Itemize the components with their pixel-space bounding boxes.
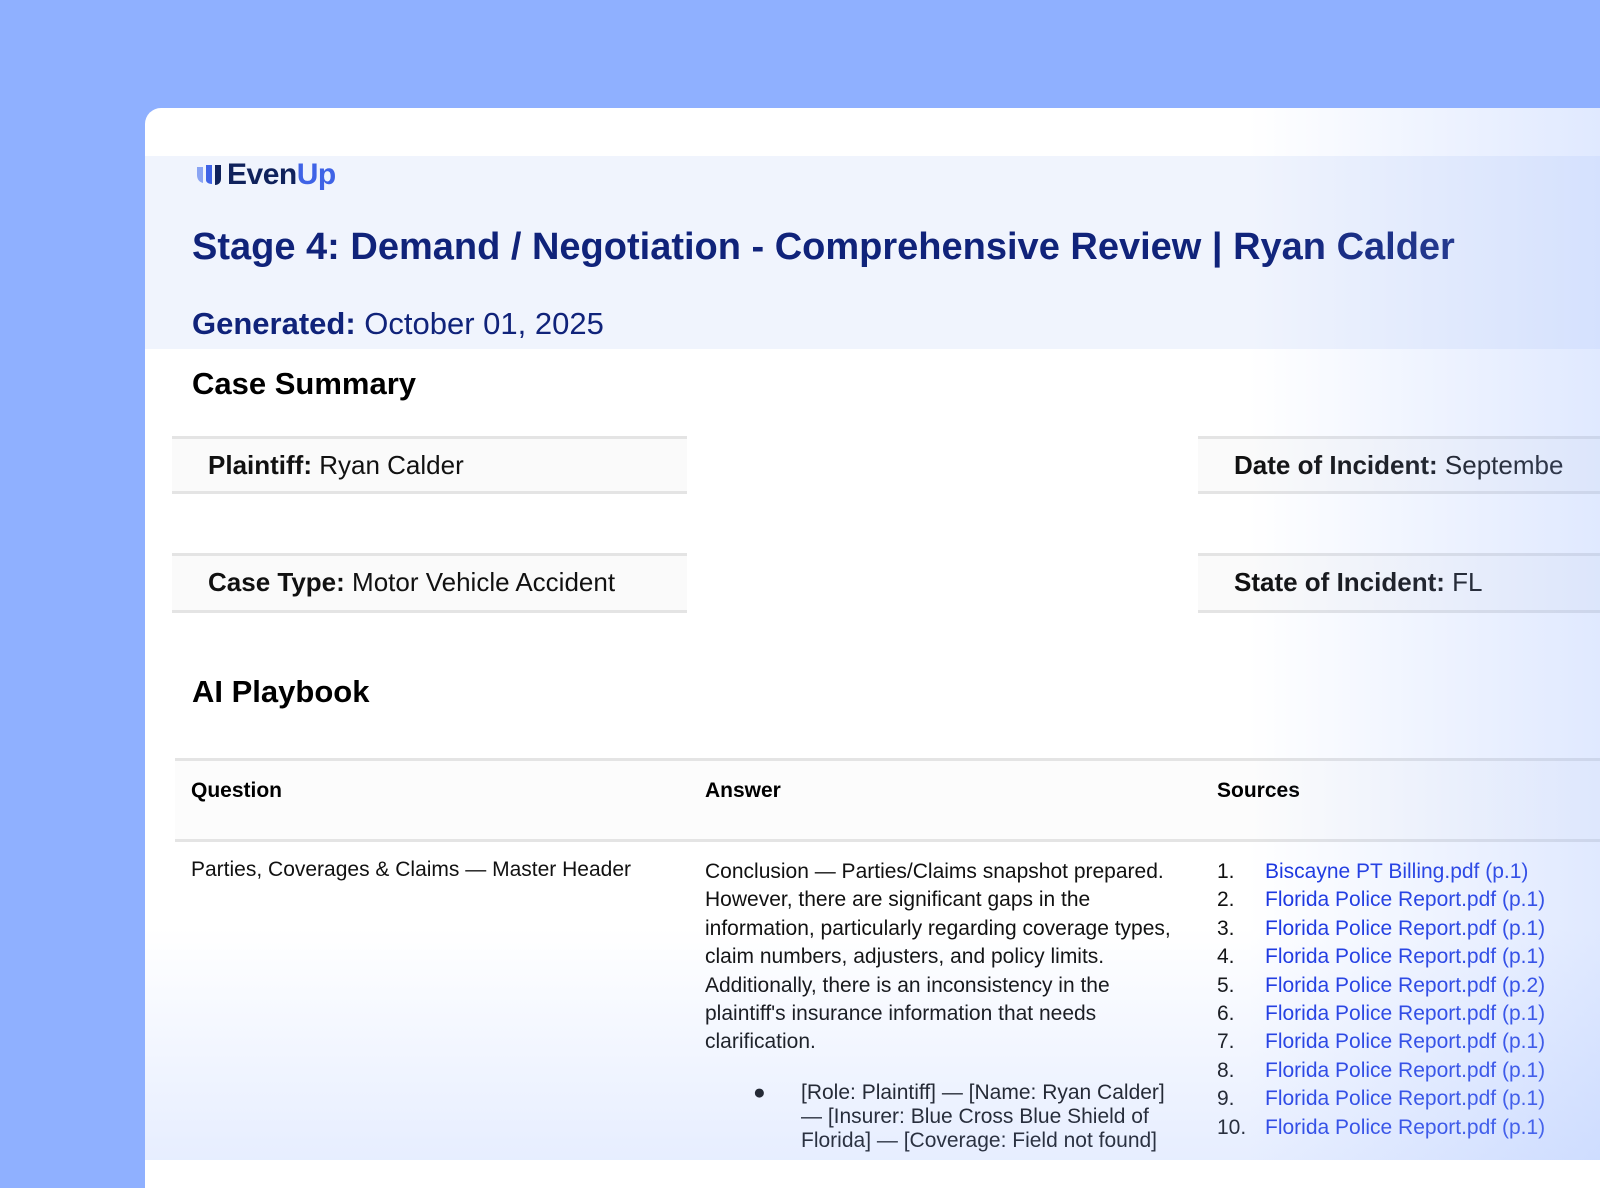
source-link[interactable]: Florida Police Report.pdf (p.1) — [1265, 1057, 1545, 1085]
column-header-sources: Sources — [1217, 779, 1300, 802]
source-link[interactable]: Florida Police Report.pdf (p.1) — [1265, 1000, 1545, 1028]
source-item: 9. Florida Police Report.pdf (p.1) — [1217, 1085, 1545, 1113]
source-link[interactable]: Biscayne PT Billing.pdf (p.1) — [1265, 858, 1528, 886]
answer-bullet: ● [Role: Plaintiff] — [Name: Ryan Calder]… — [705, 1081, 1185, 1153]
state-of-incident-field: State of Incident: FL — [1198, 553, 1600, 613]
sources-cell: 1. Biscayne PT Billing.pdf (p.1) 2. Florid… — [1217, 858, 1545, 1142]
source-number: 1. — [1217, 860, 1235, 883]
column-header-answer: Answer — [705, 779, 781, 802]
source-number: 2. — [1217, 888, 1235, 912]
case-type-label: Case Type: — [208, 567, 345, 597]
date-value: Septembe — [1444, 450, 1564, 480]
question-cell: Parties, Coverages & Claims — Master Hea… — [191, 858, 631, 881]
evenup-logo-icon — [197, 165, 221, 185]
generated-date: Generated: October 01, 2025 — [192, 306, 604, 342]
state-label: State of Incident: — [1234, 567, 1445, 597]
bullet-text: [Role: Plaintiff] — [Name: Ryan Calder] … — [801, 1080, 1165, 1152]
plaintiff-value: Ryan Calder — [319, 450, 464, 480]
column-header-question: Question — [191, 779, 283, 802]
source-link[interactable]: Florida Police Report.pdf (p.2) — [1265, 972, 1545, 1000]
source-item: 8. Florida Police Report.pdf (p.1) — [1217, 1057, 1545, 1085]
source-number: 8. — [1217, 1058, 1235, 1082]
source-number: 6. — [1217, 1002, 1235, 1026]
logo-prefix: Even — [227, 158, 297, 191]
source-link[interactable]: Florida Police Report.pdf (p.1) — [1265, 915, 1545, 943]
source-item: 6. Florida Police Report.pdf (p.1) — [1217, 1000, 1545, 1028]
source-number: 5. — [1217, 973, 1235, 997]
date-label: Date of Incident: — [1234, 450, 1438, 480]
source-link[interactable]: Florida Police Report.pdf (p.1) — [1265, 1114, 1545, 1142]
logo-wordmark: EvenUp — [227, 158, 336, 192]
answer-text: Conclusion — Parties/Claims snapshot pre… — [705, 860, 1171, 1054]
source-item: 4. Florida Police Report.pdf (p.1) — [1217, 943, 1545, 971]
bullet-dot-icon: ● — [753, 1080, 766, 1104]
source-link[interactable]: Florida Police Report.pdf (p.1) — [1265, 886, 1545, 914]
source-item: 5. Florida Police Report.pdf (p.2) — [1217, 972, 1545, 1000]
source-number: 9. — [1217, 1087, 1235, 1111]
source-link[interactable]: Florida Police Report.pdf (p.1) — [1265, 1085, 1545, 1113]
source-item: 1. Biscayne PT Billing.pdf (p.1) — [1217, 858, 1545, 886]
plaintiff-label: Plaintiff: — [208, 450, 312, 480]
page-title: Stage 4: Demand / Negotiation - Comprehe… — [192, 226, 1455, 268]
logo-suffix: Up — [296, 158, 337, 191]
source-link[interactable]: Florida Police Report.pdf (p.1) — [1265, 943, 1545, 971]
case-type-field: Case Type: Motor Vehicle Accident — [172, 553, 687, 613]
source-number: 3. — [1217, 916, 1235, 940]
date-of-incident-field: Date of Incident: Septembe — [1198, 436, 1600, 494]
evenup-logo: EvenUp — [195, 158, 336, 192]
answer-bullet-list: ● [Role: Plaintiff] — [Name: Ryan Calder]… — [705, 1081, 1185, 1153]
source-number: 4. — [1217, 945, 1235, 969]
case-summary-heading: Case Summary — [192, 366, 417, 401]
ai-playbook-heading: AI Playbook — [192, 674, 370, 709]
source-item: 7. Florida Police Report.pdf (p.1) — [1217, 1028, 1545, 1056]
source-item: 10. Florida Police Report.pdf (p.1) — [1217, 1114, 1545, 1142]
source-link[interactable]: Florida Police Report.pdf (p.1) — [1265, 1028, 1545, 1056]
generated-label: Generated: — [192, 306, 356, 341]
generated-value: October 01, 2025 — [364, 306, 604, 341]
source-item: 2. Florida Police Report.pdf (p.1) — [1217, 886, 1545, 914]
table-header-row: Question Answer Sources — [175, 758, 1600, 842]
source-number: 10. — [1217, 1115, 1247, 1139]
source-number: 7. — [1217, 1030, 1235, 1054]
source-item: 3. Florida Police Report.pdf (p.1) — [1217, 915, 1545, 943]
ai-playbook-table: Question Answer Sources Parties, Coverag… — [175, 758, 1600, 1152]
document-page: EvenUp Stage 4: Demand / Negotiation - C… — [145, 108, 1600, 1188]
case-type-value: Motor Vehicle Accident — [352, 567, 616, 597]
state-value: FL — [1452, 567, 1483, 597]
answer-cell: Conclusion — Parties/Claims snapshot pre… — [705, 858, 1185, 1153]
plaintiff-field: Plaintiff: Ryan Calder — [172, 436, 687, 494]
